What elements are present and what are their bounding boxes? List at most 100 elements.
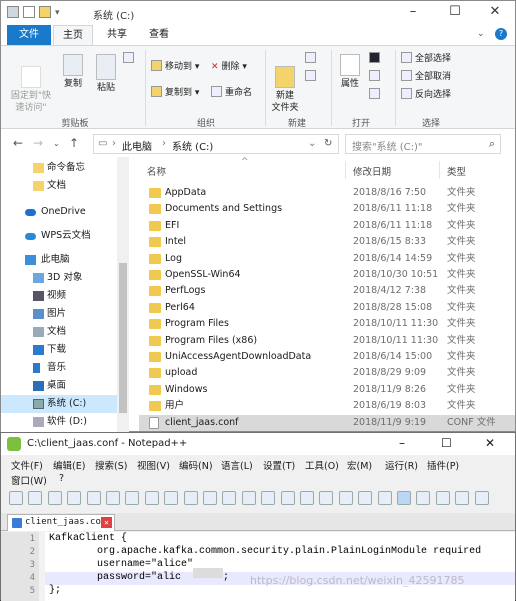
- column-header-name[interactable]: 名称: [147, 164, 166, 178]
- menu-item[interactable]: 窗口(W): [11, 473, 47, 487]
- tab-home[interactable]: 主页: [53, 25, 93, 45]
- file-row[interactable]: upload 2018/8/29 9:09 文件夹: [139, 365, 515, 381]
- nav-item-downloads[interactable]: 下载: [1, 341, 117, 359]
- notepad-close-button[interactable]: ✕: [485, 436, 495, 450]
- column-header-date[interactable]: 修改日期: [353, 164, 391, 178]
- column-header-type[interactable]: 类型: [447, 164, 466, 178]
- nav-item-command-memo[interactable]: 命令备忘: [1, 159, 117, 177]
- sync-v-icon[interactable]: [319, 491, 334, 505]
- code-line[interactable]: KafkaClient {: [49, 533, 127, 544]
- nav-item-pictures[interactable]: 图片: [1, 305, 117, 323]
- easy-access-button[interactable]: [305, 70, 319, 84]
- breadcrumb-drive-c[interactable]: 系统 (C:): [172, 138, 213, 153]
- nav-item-documents[interactable]: 文档: [1, 323, 117, 341]
- monitor-icon[interactable]: [474, 491, 489, 505]
- file-row[interactable]: Windows 2018/11/9 8:26 文件夹: [139, 382, 515, 398]
- doc-map-icon[interactable]: [416, 491, 431, 505]
- cut-icon[interactable]: [144, 491, 159, 505]
- code-editor[interactable]: 1 KafkaClient {2 org.apache.kafka.common.…: [1, 532, 515, 601]
- undo-icon[interactable]: [203, 491, 217, 505]
- edit-button[interactable]: [369, 70, 383, 84]
- rename-button[interactable]: 重命名: [211, 86, 252, 100]
- print-icon[interactable]: [125, 491, 140, 505]
- replace-icon[interactable]: [261, 491, 276, 505]
- paste-button[interactable]: 粘贴: [91, 54, 121, 94]
- up-arrow-icon[interactable]: ↑: [69, 136, 79, 150]
- history-button[interactable]: [369, 88, 383, 102]
- file-row[interactable]: OpenSSL-Win64 2018/10/30 10:51 文件夹: [139, 267, 515, 283]
- code-line[interactable]: username="alice": [49, 559, 193, 570]
- menu-item[interactable]: 插件(P): [427, 458, 459, 472]
- nav-item-docs[interactable]: 文档: [1, 177, 117, 195]
- nav-item-desktop[interactable]: 桌面: [1, 377, 117, 395]
- close-all-icon[interactable]: [106, 491, 120, 505]
- new-item-button[interactable]: [305, 52, 319, 66]
- menu-item[interactable]: 编码(N): [179, 458, 213, 472]
- file-row[interactable]: PerfLogs 2018/4/12 7:38 文件夹: [139, 283, 515, 299]
- menu-item[interactable]: 编辑(E): [53, 458, 85, 472]
- file-row[interactable]: UniAccessAgentDownloadData 2018/6/14 15:0…: [139, 349, 515, 365]
- nav-item-music[interactable]: 音乐: [1, 359, 117, 377]
- recent-dropdown-icon[interactable]: ⌄: [53, 139, 60, 148]
- file-row[interactable]: Program Files 2018/10/11 11:30 文件夹: [139, 316, 515, 332]
- show-all-chars-icon[interactable]: [377, 491, 392, 505]
- properties-button[interactable]: 属性: [335, 54, 365, 90]
- function-list-icon[interactable]: [435, 491, 450, 505]
- code-line[interactable]: };: [49, 585, 61, 596]
- address-dropdown-icon[interactable]: ⌄: [308, 138, 316, 149]
- file-row[interactable]: Log 2018/6/14 14:59 文件夹: [139, 251, 515, 267]
- nav-item-onedrive[interactable]: OneDrive: [1, 203, 117, 221]
- move-to-button[interactable]: 移动到 ▾: [151, 60, 199, 74]
- file-row[interactable]: AppData 2018/8/16 7:50 文件夹: [139, 185, 515, 201]
- copy-to-button[interactable]: 复制到 ▾: [151, 86, 199, 100]
- file-row[interactable]: Intel 2018/6/15 8:33 文件夹: [139, 234, 515, 250]
- select-none-button[interactable]: 全部取消: [401, 70, 451, 84]
- file-row[interactable]: EFI 2018/6/11 11:18 文件夹: [139, 218, 515, 234]
- nav-item-drive-c[interactable]: 系统 (C:): [1, 395, 117, 413]
- tab-view[interactable]: 查看: [139, 25, 179, 45]
- menu-item[interactable]: 语言(L): [221, 458, 253, 472]
- new-folder-icon[interactable]: [39, 6, 51, 18]
- open-file-icon[interactable]: [28, 491, 43, 505]
- copy-icon[interactable]: [164, 491, 179, 505]
- select-all-button[interactable]: 全部选择: [401, 52, 451, 66]
- zoom-in-icon[interactable]: [280, 491, 295, 505]
- nav-scrollbar-thumb[interactable]: [119, 263, 127, 413]
- menu-item[interactable]: 搜索(S): [95, 458, 127, 472]
- find-icon[interactable]: [241, 491, 256, 505]
- menu-item[interactable]: 文件(F): [11, 458, 43, 472]
- file-row[interactable]: 用户 2018/6/19 8:03 文件夹: [139, 398, 515, 414]
- indent-guide-icon[interactable]: [397, 491, 411, 505]
- new-folder-button[interactable]: 新建 文件夹: [269, 54, 301, 114]
- forward-arrow-icon[interactable]: →: [33, 136, 43, 150]
- tab-file[interactable]: 文件: [7, 25, 51, 45]
- nav-item-drive-d[interactable]: 软件 (D:): [1, 413, 117, 431]
- minimize-button[interactable]: –: [393, 3, 433, 23]
- word-wrap-icon[interactable]: [358, 491, 373, 505]
- properties-check-icon[interactable]: [23, 6, 35, 18]
- sync-h-icon[interactable]: [338, 491, 353, 505]
- save-icon[interactable]: [47, 491, 62, 505]
- notepad-maximize-button[interactable]: ☐: [441, 436, 452, 450]
- file-row[interactable]: Perl64 2018/8/28 15:08 文件夹: [139, 300, 515, 316]
- paste-icon[interactable]: [183, 491, 198, 505]
- copy-button[interactable]: 复制: [59, 54, 87, 90]
- nav-item-wps-cloud[interactable]: WPS云文档: [1, 227, 117, 245]
- code-line[interactable]: org.apache.kafka.common.security.plain.P…: [49, 546, 481, 557]
- pin-quick-access-button[interactable]: 固定到"快 速访问": [7, 54, 55, 114]
- close-tab-icon[interactable]: ✕: [101, 517, 112, 528]
- menu-item[interactable]: 宏(M): [347, 458, 372, 472]
- menu-item[interactable]: ?: [59, 473, 64, 484]
- tab-share[interactable]: 共享: [97, 25, 137, 45]
- maximize-button[interactable]: ☐: [435, 3, 475, 23]
- nav-item-this-pc[interactable]: 此电脑: [1, 251, 117, 269]
- nav-item-3d-objects[interactable]: 3D 对象: [1, 269, 117, 287]
- quick-access-dropdown-icon[interactable]: ▾: [55, 8, 60, 18]
- help-icon[interactable]: ?: [495, 28, 507, 40]
- delete-button[interactable]: ✕ 删除 ▾: [211, 60, 247, 74]
- menu-item[interactable]: 工具(O): [305, 458, 339, 472]
- menu-item[interactable]: 运行(R): [385, 458, 418, 472]
- cut-small-icons[interactable]: [123, 52, 137, 66]
- folder-workspace-icon[interactable]: [455, 491, 470, 505]
- file-row[interactable]: client_jaas.conf 2018/11/9 9:19 CONF 文件: [139, 414, 515, 431]
